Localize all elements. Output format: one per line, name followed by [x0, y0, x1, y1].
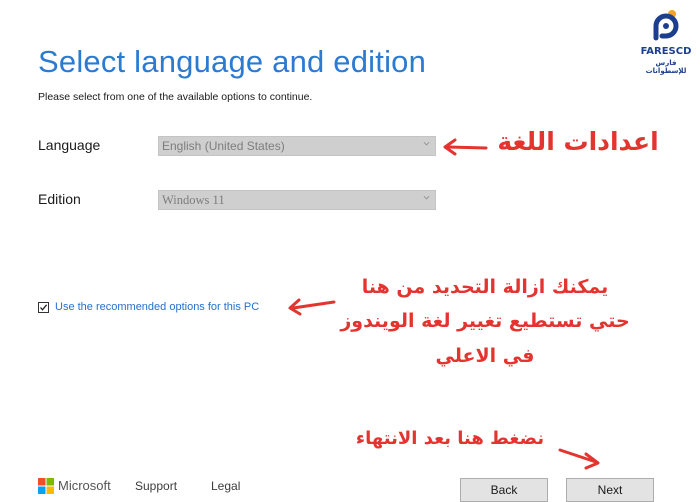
annotation-press-next: نضغط هنا بعد الانتهاء	[355, 428, 545, 449]
microsoft-wordmark: Microsoft	[58, 478, 111, 493]
checkmark-icon	[40, 304, 48, 311]
page-title: Select language and edition	[38, 44, 427, 79]
edition-label: Edition	[38, 191, 81, 207]
chevron-down-icon	[423, 141, 430, 146]
red-arrow-icon	[558, 448, 600, 470]
logo-tagline: فارس للإسطوانات	[645, 59, 687, 75]
recommended-checkbox[interactable]	[38, 302, 49, 313]
annotation-language-settings: اعدادات اللغة	[497, 127, 659, 156]
support-link[interactable]: Support	[135, 479, 177, 493]
legal-link[interactable]: Legal	[211, 479, 240, 493]
chevron-down-icon	[423, 195, 430, 200]
back-button[interactable]: Back	[460, 478, 548, 502]
language-select[interactable]: English (United States)	[158, 136, 436, 156]
next-button[interactable]: Next	[566, 478, 654, 502]
annotation-uncheck-line1: يمكنك ازالة التحديد من هنا	[361, 276, 609, 298]
annotation-uncheck-line3: في الاعلي	[435, 345, 535, 367]
red-arrow-icon	[443, 138, 488, 156]
red-arrow-icon	[288, 298, 336, 316]
recommended-label[interactable]: Use the recommended options for this PC	[55, 301, 259, 313]
language-label: Language	[38, 137, 101, 153]
language-select-value: English (United States)	[162, 139, 285, 153]
logo-name: FARESCD	[640, 46, 692, 57]
edition-select-value: Windows 11	[162, 193, 225, 207]
annotation-uncheck-line2: حتي تستطيع تغيير لغة الويندوز	[340, 310, 630, 332]
fares-logo: FARESCD فارس للإسطوانات	[636, 8, 696, 75]
edition-select[interactable]: Windows 11	[158, 190, 436, 210]
page-subtitle: Please select from one of the available …	[38, 91, 313, 103]
fares-logo-icon	[653, 10, 679, 41]
microsoft-logo-icon	[38, 478, 54, 494]
